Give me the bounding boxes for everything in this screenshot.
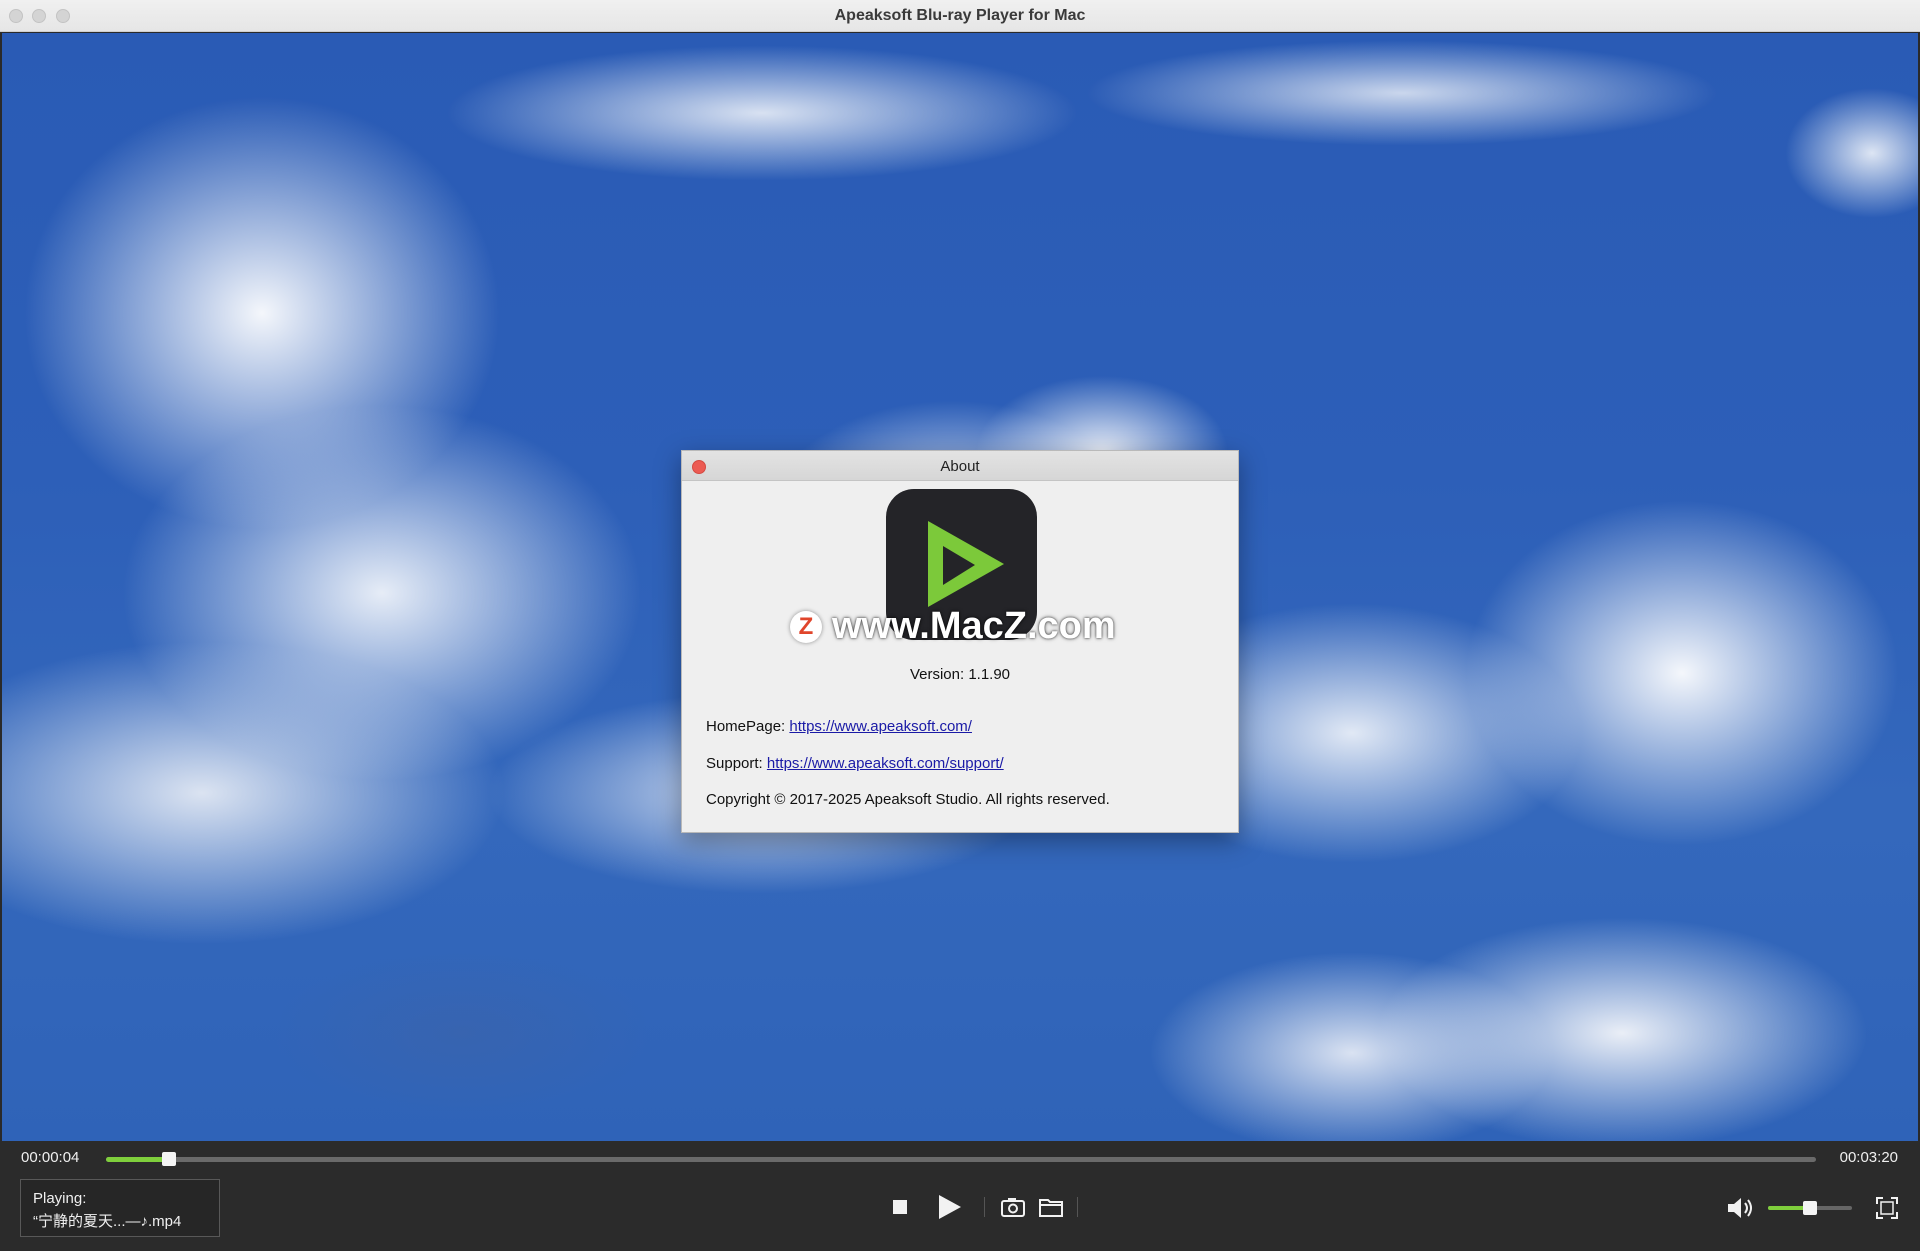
snapshot-camera-icon[interactable] [1000, 1196, 1026, 1218]
support-line: Support: https://www.apeaksoft.com/suppo… [706, 755, 1004, 772]
volume-slider[interactable] [1768, 1201, 1852, 1215]
about-title-bar: About [682, 451, 1238, 481]
player-window: Apeaksoft Blu-ray Player for Mac About Z… [0, 0, 1920, 1251]
title-bar: Apeaksoft Blu-ray Player for Mac [0, 0, 1920, 32]
now-playing-file: “宁静的夏天...—♪.mp4 [33, 1213, 182, 1230]
window-title: Apeaksoft Blu-ray Player for Mac [834, 7, 1086, 24]
now-playing-box: Playing: “宁静的夏天...—♪.mp4 [20, 1179, 220, 1237]
homepage-link[interactable]: https://www.apeaksoft.com/ [789, 718, 972, 735]
homepage-label: HomePage: [706, 718, 786, 735]
total-time: 00:03:20 [1839, 1149, 1898, 1166]
copyright-text: Copyright © 2017-2025 Apeaksoft Studio. … [706, 791, 1110, 808]
play-icon[interactable] [938, 1194, 962, 1220]
support-link[interactable]: https://www.apeaksoft.com/support/ [767, 755, 1004, 772]
watermark: Z www.MacZ.com [790, 605, 1150, 649]
control-bar: 00:00:04 00:03:20 Playing: “宁静的夏天...—♪.m… [0, 1141, 1920, 1251]
watermark-badge: Z [790, 611, 822, 643]
separator [1077, 1197, 1078, 1217]
homepage-line: HomePage: https://www.apeaksoft.com/ [706, 718, 972, 735]
version-text: Version: 1.1.90 [909, 666, 1011, 683]
open-folder-icon[interactable] [1038, 1196, 1064, 1218]
now-playing-label: Playing: [33, 1190, 87, 1207]
volume-icon[interactable] [1726, 1196, 1756, 1220]
about-dialog: About Z www.MacZ.com Version: 1.1.90 Hom… [681, 450, 1239, 833]
stop-icon[interactable] [893, 1200, 907, 1214]
current-time: 00:00:04 [21, 1149, 80, 1166]
volume-thumb[interactable] [1803, 1201, 1817, 1215]
progress-thumb[interactable] [162, 1152, 177, 1166]
support-label: Support: [706, 755, 763, 772]
fullscreen-icon[interactable] [1875, 1196, 1899, 1220]
progress-fill [106, 1157, 169, 1162]
progress-bar[interactable] [106, 1152, 1816, 1166]
about-title: About [940, 458, 980, 475]
watermark-text: www.MacZ.com [832, 605, 1116, 647]
separator [984, 1197, 985, 1217]
